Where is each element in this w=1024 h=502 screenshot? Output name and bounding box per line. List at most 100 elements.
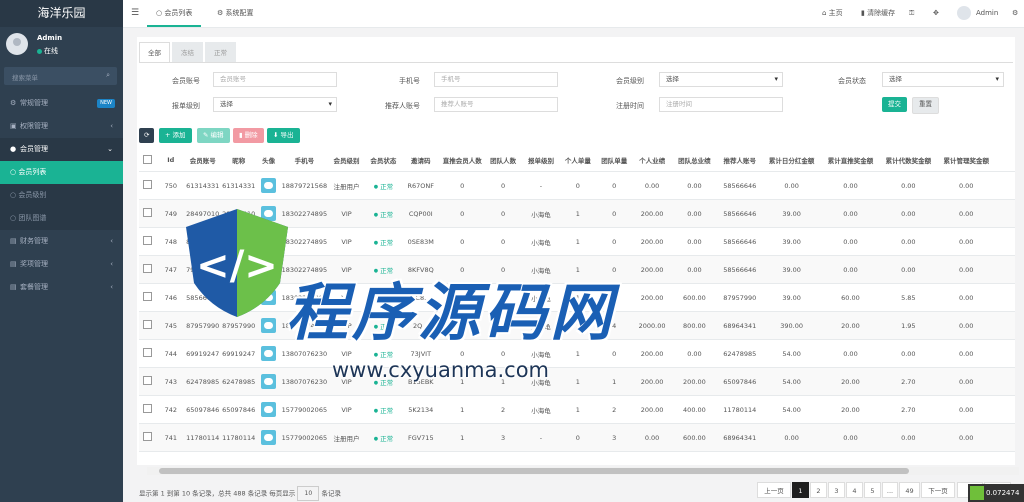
checkbox[interactable]	[143, 320, 153, 329]
checkbox[interactable]	[143, 154, 153, 164]
tab-frozen[interactable]: 冻结	[172, 42, 203, 63]
sidebar-search-input[interactable]: 搜索菜单 ⌕	[4, 67, 117, 85]
checkbox[interactable]	[143, 376, 153, 385]
sidebar-item-members[interactable]: ● 会员管理 ⌄	[0, 138, 123, 161]
user-avatar[interactable]	[957, 0, 971, 27]
edit-button[interactable]: ✎ 编辑	[197, 128, 230, 143]
avatar[interactable]	[261, 262, 277, 277]
column-header[interactable]: 昵称	[220, 149, 257, 172]
table-row[interactable]: 746585666465856664618302274895VIP正常3C8..…	[139, 283, 1015, 312]
table-row[interactable]: 742650978466509784615779002065VIP正常5K213…	[139, 395, 1015, 424]
clear-cache-button[interactable]: ▮ 清除缓存	[861, 0, 895, 27]
avatar[interactable]	[261, 346, 277, 361]
horizontal-scrollbar[interactable]	[147, 467, 1019, 475]
sidebar-subitem-team-map[interactable]: ○ 团队图谱	[0, 207, 123, 230]
avatar[interactable]	[261, 234, 277, 249]
page-4-button[interactable]: 4	[846, 482, 863, 498]
row-checkbox-cell[interactable]	[139, 395, 157, 424]
avatar[interactable]	[261, 206, 277, 221]
user-name[interactable]: Admin	[976, 0, 998, 27]
sidebar-subitem-member-level[interactable]: ○ 会员级别	[0, 184, 123, 207]
tab-member-list[interactable]: ○ 会员列表	[147, 0, 202, 27]
settings-icon[interactable]: ⚙	[1012, 0, 1018, 27]
row-checkbox-cell[interactable]	[139, 283, 157, 312]
reset-button[interactable]: 重置	[912, 97, 939, 114]
column-header[interactable]: 个人业绩	[633, 149, 672, 172]
lock-icon[interactable]: ⚿	[909, 0, 914, 27]
home-link[interactable]: ⌂ 主页	[822, 0, 843, 27]
submit-button[interactable]: 提交	[882, 97, 907, 112]
row-checkbox-cell[interactable]	[139, 255, 157, 284]
member-account-input[interactable]: 会员账号	[213, 72, 337, 87]
sidebar-item-packages[interactable]: ▤ 套餐管理 ‹	[0, 276, 123, 299]
column-header[interactable]: 会员账号	[184, 149, 221, 172]
column-header[interactable]: 团队人数	[484, 149, 522, 172]
column-header[interactable]: 会员状态	[364, 149, 402, 172]
page-size-select[interactable]: 10	[297, 486, 320, 501]
delete-button[interactable]: ▮ 删除	[233, 128, 264, 143]
checkbox[interactable]	[143, 404, 153, 413]
column-header[interactable]: 累计代数奖金额	[879, 149, 938, 172]
column-header[interactable]: 团队总业绩	[671, 149, 718, 172]
row-checkbox-cell[interactable]	[139, 339, 157, 368]
column-header[interactable]: 推荐人账号	[717, 149, 762, 172]
refresh-button[interactable]: ⟳	[139, 128, 155, 143]
checkbox[interactable]	[143, 264, 153, 273]
row-checkbox-cell[interactable]	[139, 311, 157, 340]
column-header[interactable]: 直推会员人数	[439, 149, 485, 172]
column-header[interactable]: 报单级别	[521, 149, 561, 172]
row-checkbox-cell[interactable]	[139, 423, 157, 452]
avatar[interactable]	[261, 430, 277, 445]
table-row[interactable]: 745879579908795799018302274895VIP正常2Q...…	[139, 311, 1015, 340]
prev-page-button[interactable]: 上一页	[757, 482, 791, 498]
avatar[interactable]	[261, 318, 277, 333]
export-button[interactable]: ⬇ 导出	[267, 128, 300, 143]
checkbox[interactable]	[143, 348, 153, 357]
fullscreen-icon[interactable]: ✥	[933, 0, 939, 27]
sidebar-item-finance[interactable]: ▤ 财务管理 ‹	[0, 230, 123, 253]
member-status-select[interactable]: 选择	[882, 72, 1004, 87]
avatar[interactable]	[261, 402, 277, 417]
sidebar-item-general[interactable]: ⚙ 常规管理 NEW	[0, 92, 123, 115]
referrer-input[interactable]: 推荐人账号	[434, 97, 558, 112]
table-row[interactable]: 741117801141178011415779002065注册用户正常FGV7…	[139, 423, 1015, 452]
table-row[interactable]: 743624789856247898513807076230VIP正常B15EB…	[139, 367, 1015, 396]
order-level-select[interactable]: 选择	[213, 97, 337, 112]
tab-normal[interactable]: 正常	[205, 42, 236, 63]
scrollbar-thumb[interactable]	[159, 468, 909, 474]
column-header[interactable]: 累计管理奖金额	[937, 149, 996, 172]
checkbox[interactable]	[143, 180, 153, 189]
column-header[interactable]: 累计日分红金额	[761, 149, 822, 172]
column-header[interactable]: 个人单量	[560, 149, 596, 172]
hamburger-menu-icon[interactable]: ☰	[131, 0, 139, 27]
next-page-button[interactable]: 下一页	[921, 482, 955, 498]
row-checkbox-cell[interactable]	[139, 199, 157, 228]
phone-input[interactable]: 手机号	[434, 72, 558, 87]
table-row[interactable]: 750613143316131433118879721568注册用户正常R67O…	[139, 171, 1015, 200]
column-header[interactable]: 团队单量	[595, 149, 634, 172]
column-header[interactable]: 头像	[256, 149, 281, 172]
tab-all[interactable]: 全部	[139, 42, 170, 63]
table-row[interactable]: 749284970102849701018302274895VIP正常CQP00…	[139, 199, 1015, 228]
column-header[interactable]: 邀请码	[401, 149, 440, 172]
add-button[interactable]: + 添加	[159, 128, 192, 143]
avatar[interactable]	[6, 33, 28, 55]
sidebar-item-permission[interactable]: ▣ 权限管理 ‹	[0, 115, 123, 138]
column-header[interactable]: 累计直推奖金额	[821, 149, 880, 172]
avatar[interactable]	[261, 290, 277, 305]
column-header[interactable]: Id	[156, 149, 185, 172]
member-level-select[interactable]: 选择	[659, 72, 783, 87]
sidebar-item-awards[interactable]: ▤ 奖项管理 ‹	[0, 253, 123, 276]
page-3-button[interactable]: 3	[828, 482, 845, 498]
table-row[interactable]: 747796161127961611218302274895VIP正常8KFV8…	[139, 255, 1015, 284]
avatar[interactable]	[261, 178, 277, 193]
checkbox[interactable]	[143, 432, 153, 441]
avatar[interactable]	[261, 374, 277, 389]
column-header[interactable]: 会员级别	[328, 149, 365, 172]
page-49-button[interactable]: 49	[899, 482, 920, 498]
tab-system-config[interactable]: ⚙ 系统配置	[211, 0, 260, 27]
sidebar-subitem-member-list[interactable]: ○ 会员列表	[0, 161, 123, 184]
page-5-button[interactable]: 5	[864, 482, 881, 498]
page-2-button[interactable]: 2	[810, 482, 827, 498]
page-1-button[interactable]: 1	[792, 482, 809, 498]
